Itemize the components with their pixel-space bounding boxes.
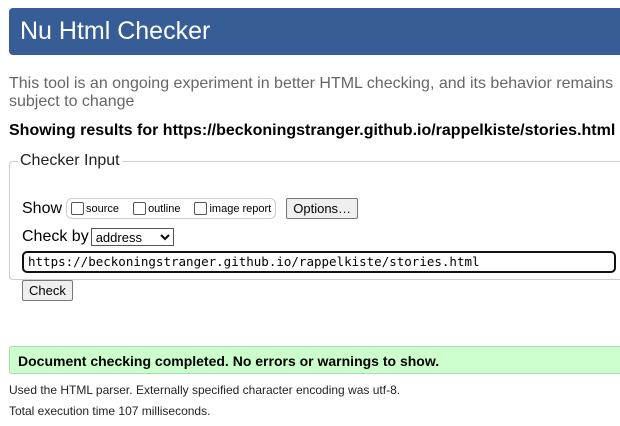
execution-time: Total execution time 107 milliseconds.: [9, 404, 211, 418]
check-button[interactable]: Check: [22, 280, 73, 301]
page-title: Nu Html Checker: [20, 17, 211, 45]
show-options-group: source outline image report: [66, 198, 277, 219]
checker-input-fieldset: Checker Input Show source outline image …: [9, 152, 620, 301]
outline-label: outline: [148, 202, 181, 215]
checkbox-box[interactable]: [194, 202, 208, 215]
page-header: Nu Html Checker: [9, 8, 620, 55]
source-label: source: [86, 202, 120, 215]
results-heading: Showing results for https://beckoningstr…: [9, 122, 616, 139]
url-input[interactable]: https://beckoningstranger.github.io/rapp…: [22, 251, 616, 273]
checkbox-box[interactable]: [133, 202, 147, 215]
source-checkbox[interactable]: source: [71, 202, 119, 215]
show-label: Show: [22, 199, 63, 217]
options-button[interactable]: Options…: [286, 198, 359, 219]
intro-text: This tool is an ongoing experiment in be…: [9, 75, 614, 110]
parser-info: Used the HTML parser. Externally specifi…: [9, 383, 401, 397]
checkbox-box[interactable]: [71, 202, 85, 215]
image-report-checkbox[interactable]: image report: [194, 202, 271, 215]
check-by-label: Check by: [22, 228, 89, 245]
check-by-select[interactable]: address: [90, 228, 174, 246]
outline-checkbox[interactable]: outline: [133, 202, 180, 215]
fieldset-legend: Checker Input: [20, 152, 120, 169]
image-report-label: image report: [209, 202, 272, 215]
success-message: Document checking completed. No errors o…: [9, 346, 620, 374]
